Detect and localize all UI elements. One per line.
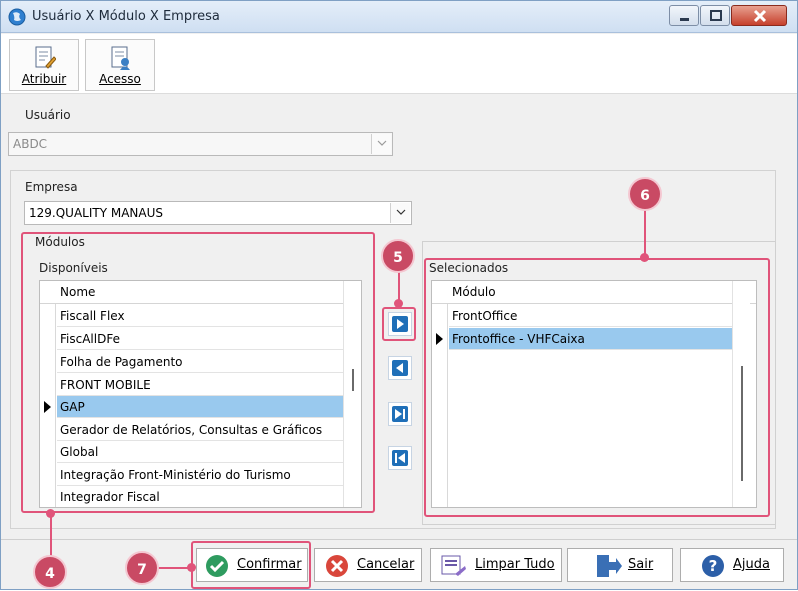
- callout-4-anchor: [46, 509, 55, 518]
- maximize-button[interactable]: [700, 5, 730, 26]
- confirmar-highlight: [191, 541, 311, 589]
- access-document-icon: [111, 46, 130, 70]
- callout-4-connector: [50, 513, 52, 559]
- sair-label: Sair: [628, 557, 654, 572]
- bottom-button-bar: Confirmar Cancelar Limpar Tudo Sair ? Aj…: [1, 539, 797, 589]
- empresa-label: Empresa: [25, 180, 78, 194]
- ajuda-button[interactable]: ? Ajuda: [680, 548, 784, 582]
- window-title: Usuário X Módulo X Empresa: [32, 9, 220, 24]
- chevron-down-icon: [396, 209, 406, 215]
- callout-6-connector: [644, 209, 646, 255]
- limpar-tudo-label: Limpar Tudo: [475, 557, 555, 572]
- usuario-combo[interactable]: ABDC: [8, 132, 393, 156]
- callout-6-anchor: [640, 253, 649, 262]
- add-button-highlight: [382, 307, 416, 341]
- callout-4: 4: [33, 555, 67, 589]
- usuario-value: ABDC: [13, 137, 48, 151]
- callout-5: 5: [381, 239, 415, 273]
- sair-button[interactable]: Sair: [567, 548, 673, 582]
- help-icon: ?: [702, 555, 724, 577]
- atribuir-label: Atribuir: [21, 72, 67, 86]
- empresa-combo[interactable]: 129.QUALITY MANAUS: [24, 201, 412, 225]
- usuario-label: Usuário: [25, 108, 71, 122]
- edit-document-icon: [35, 46, 56, 69]
- cancelar-label: Cancelar: [357, 557, 415, 572]
- clear-list-icon: [441, 555, 466, 576]
- svg-text:?: ?: [709, 557, 718, 575]
- exit-door-icon: [597, 555, 622, 577]
- callout-7: 7: [125, 551, 159, 585]
- callout-5-anchor: [394, 299, 403, 308]
- chevron-down-icon: [377, 140, 387, 146]
- acesso-label: Acesso: [99, 72, 141, 86]
- ajuda-label: Ajuda: [733, 557, 770, 572]
- cancelar-button[interactable]: Cancelar: [314, 548, 422, 582]
- title-bar: Usuário X Módulo X Empresa: [1, 1, 797, 33]
- minimize-button[interactable]: [669, 5, 699, 26]
- arrow-left-icon: [392, 360, 408, 376]
- acesso-button[interactable]: Acesso: [85, 39, 155, 91]
- empresa-value: 129.QUALITY MANAUS: [29, 206, 164, 220]
- main-window: Usuário X Módulo X Empresa Atribuir Aces…: [0, 0, 798, 590]
- app-globe-icon: [8, 8, 26, 26]
- add-all-button[interactable]: [388, 402, 412, 426]
- arrow-right-end-icon: [392, 406, 408, 422]
- callout-7-connector: [157, 567, 191, 569]
- callout-5-connector: [398, 271, 400, 301]
- toolbar: Atribuir Acesso: [1, 34, 797, 94]
- arrow-left-end-icon: [392, 450, 408, 466]
- selecionados-highlight: [424, 258, 770, 517]
- remove-selected-button[interactable]: [388, 356, 412, 380]
- usuario-dropdown-arrow[interactable]: [371, 134, 391, 154]
- cancel-circle-icon: [326, 555, 348, 577]
- remove-all-button[interactable]: [388, 446, 412, 470]
- close-button[interactable]: [731, 5, 787, 26]
- callout-6: 6: [628, 177, 662, 211]
- atribuir-button[interactable]: Atribuir: [9, 39, 79, 91]
- empresa-dropdown-arrow[interactable]: [390, 203, 410, 223]
- callout-7-anchor: [187, 563, 196, 572]
- modulos-highlight: [21, 232, 375, 513]
- limpar-tudo-button[interactable]: Limpar Tudo: [430, 548, 562, 582]
